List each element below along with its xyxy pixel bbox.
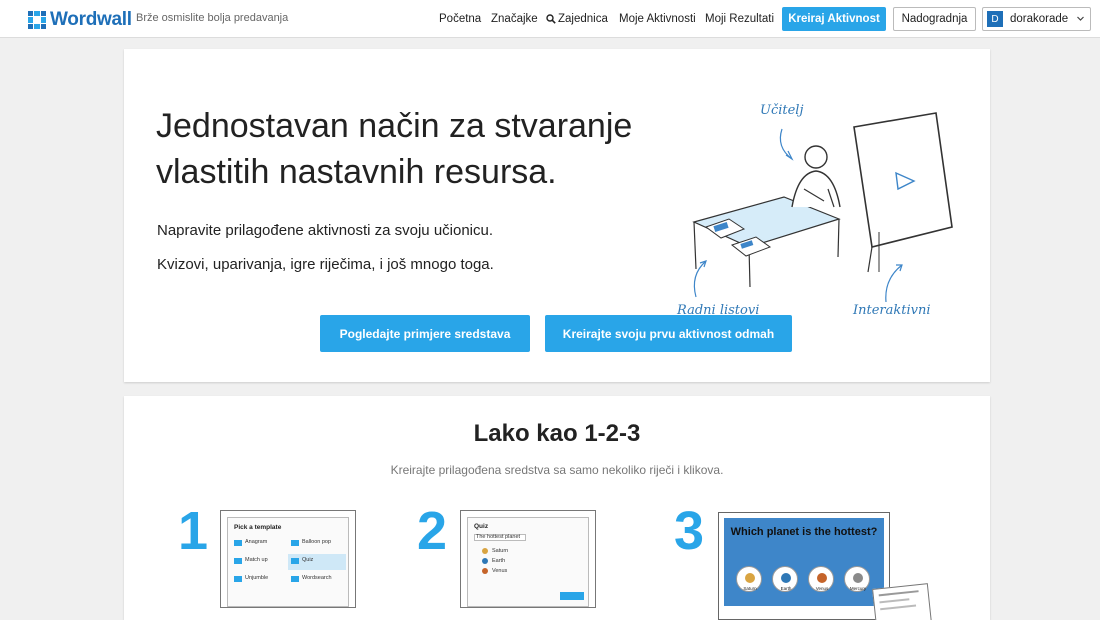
saturn-icon [745, 573, 755, 583]
planet-icon [482, 558, 488, 564]
step2-row: Earth [492, 558, 506, 564]
planet-option: Mercury [844, 566, 870, 592]
step-number-3: 3 [674, 501, 705, 561]
step2-row: Venus [492, 568, 508, 574]
planet-option: Saturn [736, 566, 762, 592]
hero-title-line2: vlastitih nastavnih resursa. [156, 153, 557, 191]
worksheet-line [878, 590, 919, 597]
planet-icon [482, 568, 488, 574]
step2-heading: Quiz [474, 523, 489, 530]
nav-features[interactable]: Značajke [491, 13, 538, 25]
template-thumb-icon [234, 540, 242, 546]
hero-title-line1: Jednostavan način za stvaranje [156, 107, 633, 145]
template-thumb-icon [291, 576, 299, 582]
chevron-down-icon [1077, 16, 1084, 21]
planet-option-label: Earth [780, 586, 792, 591]
printed-worksheet-sketch [872, 583, 932, 620]
step2-screen: Quiz The hottest planet Saturn Earth Ven… [460, 510, 596, 608]
hero-illustration: Učitelj Radni listovi Interaktivni [664, 97, 964, 327]
template-thumb-icon [291, 540, 299, 546]
planet-option-label: Saturn [743, 586, 757, 591]
template-thumb-icon [291, 558, 299, 564]
user-menu[interactable]: D dorakorade [982, 7, 1091, 31]
upgrade-button[interactable]: Nadogradnja [893, 7, 976, 31]
mercury-icon [853, 573, 863, 583]
classroom-sketch [692, 112, 953, 303]
planet-icon [482, 548, 488, 554]
step1-item: Anagram [245, 539, 268, 545]
step1-template-picker-sketch: Pick a template Anagram Balloon pop Matc… [220, 510, 356, 620]
venus-icon [817, 573, 827, 583]
wordwall-logo-icon [28, 11, 46, 29]
step1-item: Wordsearch [302, 575, 332, 581]
step1-item: Quiz [302, 557, 314, 563]
nav-home[interactable]: Početna [439, 13, 481, 25]
wordwall-logo[interactable]: Wordwall [28, 9, 132, 31]
tagline: Brže osmislite bolja predavanja [136, 12, 289, 24]
steps-title: Lako kao 1-2-3 [473, 420, 641, 447]
step1-heading: Pick a template [234, 524, 282, 531]
template-thumb-icon [234, 576, 242, 582]
worksheet-line [880, 604, 917, 611]
top-navigation-bar: Wordwall Brže osmislite bolja predavanja… [0, 0, 1100, 38]
step1-screen: Pick a template Anagram Balloon pop Matc… [220, 510, 356, 608]
search-icon [546, 14, 556, 24]
step1-item: Balloon pop [302, 539, 332, 545]
step3-quiz-panel: Which planet is the hottest? Saturn Eart… [724, 518, 884, 606]
planet-option-label: Venus [815, 586, 829, 591]
step1-screen-inner: Pick a template Anagram Balloon pop Matc… [227, 517, 349, 607]
worksheet-line [879, 598, 910, 604]
nav-my-results[interactable]: Moji Rezultati [705, 13, 774, 25]
avatar: D [987, 11, 1003, 27]
hero-card: Jednostavan način za stvaranje vlastitih… [124, 49, 990, 382]
step-number-2: 2 [417, 501, 448, 561]
steps-card: Lako kao 1-2-3 Kreirajte prilagođena sre… [124, 396, 990, 620]
step2-screen-inner: Quiz The hottest planet Saturn Earth Ven… [467, 517, 589, 607]
planet-option: Earth [772, 566, 798, 592]
planet-option-label: Mercury [849, 586, 867, 591]
planet-option: Venus [808, 566, 834, 592]
nav-community-label: Zajednica [558, 13, 608, 25]
step-number-1: 1 [178, 501, 209, 561]
create-activity-button[interactable]: Kreiraj Aktivnost [782, 7, 886, 31]
hero-subtitle-1: Napravite prilagođene aktivnosti za svoj… [157, 222, 494, 239]
template-thumb-icon [234, 558, 242, 564]
step2-quiz-editor-sketch: Quiz The hottest planet Saturn Earth Ven… [460, 510, 596, 620]
username: dorakorade [1010, 13, 1069, 25]
step3-interactive-quiz-sketch: Which planet is the hottest? Saturn Eart… [718, 512, 890, 620]
step2-field-text: The hottest planet [476, 534, 521, 540]
hero-subtitle-2: Kvizovi, uparivanja, igre riječima, i jo… [157, 256, 494, 273]
illustration-label-teacher: Učitelj [760, 103, 804, 118]
nav-community[interactable]: Zajednica [546, 13, 608, 25]
step1-item: Match up [245, 557, 268, 563]
hero-title: Jednostavan način za stvaranje vlastitih… [156, 103, 696, 195]
create-first-activity-button[interactable]: Kreirajte svoju prvu aktivnost odmah [545, 315, 792, 352]
view-examples-button[interactable]: Pogledajte primjere sredstava [320, 315, 530, 352]
step3-question: Which planet is the hottest? [730, 526, 878, 538]
logo-text: Wordwall [50, 9, 132, 30]
illustration-label-interactive: Interaktivni [853, 303, 931, 318]
nav-my-activities[interactable]: Moje Aktivnosti [619, 13, 696, 25]
earth-icon [781, 573, 791, 583]
step1-item: Unjumble [245, 575, 269, 581]
step2-done-button [560, 592, 584, 600]
step2-row: Saturn [492, 548, 509, 554]
steps-subtitle: Kreirajte prilagođena sredstva sa samo n… [390, 463, 724, 477]
